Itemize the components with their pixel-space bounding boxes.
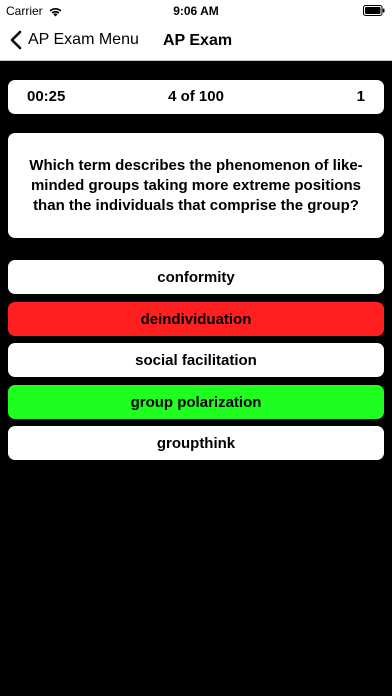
answer-option-social-facilitation[interactable]: social facilitation <box>8 343 384 377</box>
answer-option-conformity[interactable]: conformity <box>8 260 384 294</box>
answer-option-groupthink[interactable]: groupthink <box>8 426 384 460</box>
answer-label: group polarization <box>130 393 262 411</box>
answer-option-group-polarization[interactable]: group polarization <box>8 385 384 419</box>
question-card: Which term describes the phenomenon of l… <box>8 133 384 238</box>
answer-label: conformity <box>157 268 235 286</box>
answer-label: groupthink <box>156 434 236 452</box>
back-button[interactable]: AP Exam Menu <box>10 30 139 50</box>
navigation-bar: AP Exam Menu AP Exam <box>0 22 392 61</box>
answer-label: deindividuation <box>140 310 252 328</box>
question-text: Which term describes the phenomenon of l… <box>29 156 363 214</box>
answer-label: social facilitation <box>135 351 257 369</box>
back-button-label: AP Exam Menu <box>28 31 139 48</box>
battery-icon <box>363 5 385 16</box>
status-time: 9:06 AM <box>173 4 219 18</box>
chevron-left-icon <box>10 30 22 50</box>
page-title: AP Exam <box>163 32 233 49</box>
status-bar: Carrier 9:06 AM <box>0 0 392 22</box>
score-counter: 1 <box>356 88 365 105</box>
question-progress: 4 of 100 <box>168 88 224 105</box>
exam-info-bar: 00:25 4 of 100 1 <box>8 80 384 114</box>
answer-option-deindividuation[interactable]: deindividuation <box>8 302 384 336</box>
